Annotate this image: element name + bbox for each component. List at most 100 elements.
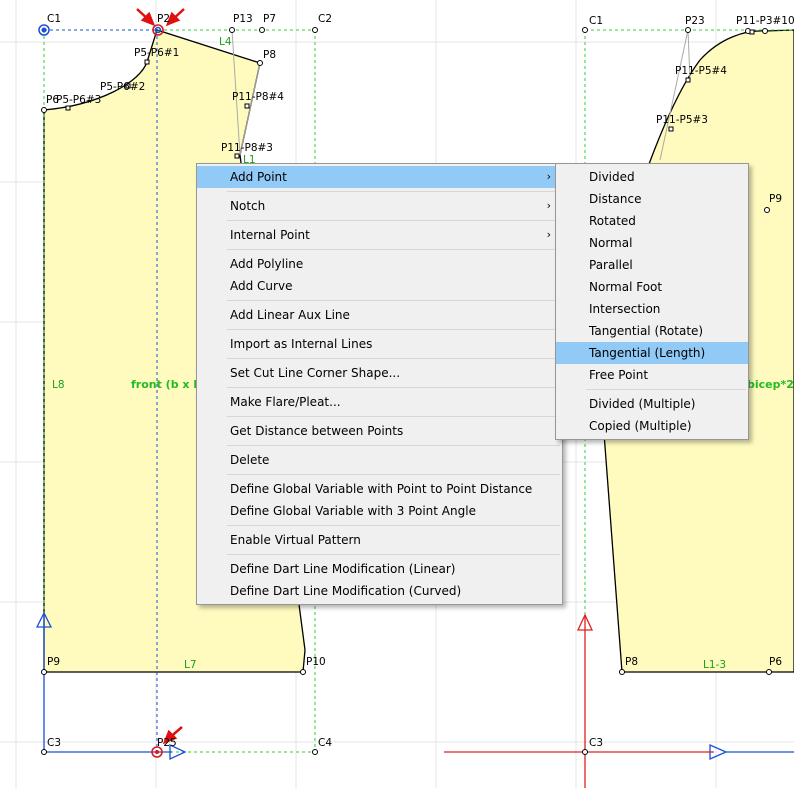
menu-item-label: Add Point <box>230 170 287 184</box>
point-label: P5-P6#1 <box>134 47 179 59</box>
corner-label: C3 <box>47 737 61 749</box>
menu-item-divided-multiple[interactable]: Divided (Multiple) <box>556 393 748 415</box>
point-label: P5-P6#3 <box>56 94 101 106</box>
menu-item-add-curve[interactable]: Add Curve <box>197 275 562 297</box>
menu-item-make-flare-pleat[interactable]: Make Flare/Pleat... <box>197 391 562 413</box>
menu-item-label: Copied (Multiple) <box>589 419 692 433</box>
corner-label: C3 <box>589 737 603 749</box>
menu-item-define-dart-line-modification-curved[interactable]: Define Dart Line Modification (Curved) <box>197 580 562 602</box>
point-label: P11-P3#10 <box>736 15 794 27</box>
menu-item-label: Add Linear Aux Line <box>230 308 350 322</box>
menu-item-tangential-rotate[interactable]: Tangential (Rotate) <box>556 320 748 342</box>
point-label: P7 <box>263 13 276 25</box>
menu-item-label: Delete <box>230 453 270 467</box>
chevron-right-icon: › <box>546 199 551 212</box>
menu-separator <box>227 525 560 526</box>
menu-item-intersection[interactable]: Intersection <box>556 298 748 320</box>
menu-item-internal-point[interactable]: Internal Point › <box>197 224 562 246</box>
point-label: P11-P5#3 <box>656 114 708 126</box>
chevron-right-icon: › <box>546 170 551 183</box>
menu-separator <box>227 387 560 388</box>
point-label: P13 <box>233 13 253 25</box>
menu-item-add-point[interactable]: Add Point › <box>197 166 562 188</box>
point-label: P25 <box>157 737 177 749</box>
menu-item-label: Define Dart Line Modification (Linear) <box>230 562 456 576</box>
point-label: P8 <box>263 49 276 61</box>
menu-item-enable-virtual-pattern[interactable]: Enable Virtual Pattern <box>197 529 562 551</box>
line-label: L7 <box>184 659 197 671</box>
menu-separator <box>586 389 746 390</box>
menu-item-label: Normal Foot <box>589 280 663 294</box>
menu-item-label: Parallel <box>589 258 633 272</box>
chevron-right-icon: › <box>546 228 551 241</box>
line-label: L8 <box>52 379 65 391</box>
menu-item-label: Define Global Variable with 3 Point Angl… <box>230 504 476 518</box>
menu-item-label: Distance <box>589 192 642 206</box>
menu-item-normal-foot[interactable]: Normal Foot <box>556 276 748 298</box>
menu-separator <box>227 329 560 330</box>
menu-separator <box>227 191 560 192</box>
menu-separator <box>227 554 560 555</box>
menu-item-label: Rotated <box>589 214 636 228</box>
menu-separator <box>227 445 560 446</box>
menu-item-label: Enable Virtual Pattern <box>230 533 361 547</box>
menu-item-distance[interactable]: Distance <box>556 188 748 210</box>
menu-separator <box>227 474 560 475</box>
menu-item-define-global-variable-with-3-point-angle[interactable]: Define Global Variable with 3 Point Angl… <box>197 500 562 522</box>
menu-item-label: Set Cut Line Corner Shape... <box>230 366 401 380</box>
menu-item-label: Tangential (Length) <box>589 346 706 360</box>
selected-point-p25-inner <box>155 750 159 754</box>
menu-item-free-point[interactable]: Free Point <box>556 364 748 386</box>
line-label: L1-3 <box>703 659 726 671</box>
menu-separator <box>227 249 560 250</box>
menu-item-define-dart-line-modification-linear[interactable]: Define Dart Line Modification (Linear) <box>197 558 562 580</box>
menu-item-label: Intersection <box>589 302 661 316</box>
point-label: P9 <box>769 193 782 205</box>
point-label: P11-P8#3 <box>221 142 273 154</box>
menu-item-label: Add Polyline <box>230 257 304 271</box>
pattern-name-label: bicep*2 <box>747 378 794 391</box>
menu-item-label: Tangential (Rotate) <box>589 324 704 338</box>
menu-item-label: Get Distance between Points <box>230 424 404 438</box>
menu-item-parallel[interactable]: Parallel <box>556 254 748 276</box>
menu-separator <box>227 416 560 417</box>
point-label: P8 <box>625 656 638 668</box>
point-label: P6 <box>46 94 59 106</box>
menu-item-tangential-length[interactable]: Tangential (Length) <box>556 342 748 364</box>
point-label: P9 <box>47 656 60 668</box>
menu-item-normal[interactable]: Normal <box>556 232 748 254</box>
point-label: P11-P5#4 <box>675 65 727 77</box>
menu-item-label: Make Flare/Pleat... <box>230 395 341 409</box>
point-label: P11-P8#4 <box>232 91 284 103</box>
target-icon <box>41 27 47 33</box>
menu-item-define-global-variable-with-point-to-point-distance[interactable]: Define Global Variable with Point to Poi… <box>197 478 562 500</box>
menu-item-notch[interactable]: Notch › <box>197 195 562 217</box>
menu-item-copied-multiple[interactable]: Copied (Multiple) <box>556 415 748 437</box>
corner-label: C1 <box>589 15 603 27</box>
menu-item-label: Import as Internal Lines <box>230 337 373 351</box>
context-menu: Add Point › Notch › Internal Point › Add Polyl… <box>196 163 563 605</box>
menu-item-label: Free Point <box>589 368 649 382</box>
menu-item-get-distance-between-points[interactable]: Get Distance between Points <box>197 420 562 442</box>
menu-item-rotated[interactable]: Rotated <box>556 210 748 232</box>
corner-label: C1 <box>47 13 61 25</box>
menu-item-label: Notch <box>230 199 266 213</box>
corner-label: C4 <box>318 737 332 749</box>
menu-item-label: Add Curve <box>230 279 293 293</box>
menu-item-label: Define Global Variable with Point to Poi… <box>230 482 533 496</box>
menu-item-label: Normal <box>589 236 633 250</box>
corner-label: C2 <box>318 13 332 25</box>
point-label: P6 <box>769 656 782 668</box>
add-point-submenu: Divided Distance Rotated Normal Parallel Norm… <box>555 163 749 440</box>
point-label: P2 <box>157 13 170 25</box>
menu-separator <box>227 358 560 359</box>
point-label: P5-P6#2 <box>100 81 145 93</box>
menu-item-import-as-internal-lines[interactable]: Import as Internal Lines <box>197 333 562 355</box>
menu-item-delete[interactable]: Delete <box>197 449 562 471</box>
menu-item-set-cut-line-corner-shape[interactable]: Set Cut Line Corner Shape... <box>197 362 562 384</box>
menu-item-divided[interactable]: Divided <box>556 166 748 188</box>
menu-item-add-linear-aux-line[interactable]: Add Linear Aux Line <box>197 304 562 326</box>
menu-item-add-polyline[interactable]: Add Polyline <box>197 253 562 275</box>
pattern-name-label: front (b x le <box>131 378 205 391</box>
menu-item-label: Divided (Multiple) <box>589 397 696 411</box>
